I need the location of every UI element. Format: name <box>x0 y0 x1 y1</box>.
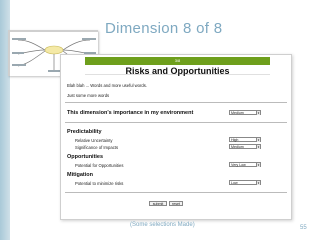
item-label: Relative Uncertainty <box>75 138 113 143</box>
chevron-down-icon: ▾ <box>256 138 260 142</box>
select-value: High <box>231 138 239 142</box>
intro-text: Blah blah ... Words and more useful word… <box>67 83 147 88</box>
section-title: Predictability <box>67 129 102 135</box>
page-progress-bar: 3/8 <box>85 57 270 65</box>
item-label: Potential to minimize risks <box>75 181 124 186</box>
section-title: Mitigation <box>67 172 93 178</box>
chevron-down-icon: ▾ <box>256 111 260 115</box>
divider <box>65 122 287 123</box>
significance-select[interactable]: Medium ▾ <box>229 144 261 149</box>
chevron-down-icon: ▾ <box>256 145 260 149</box>
slide-title: Dimension 8 of 8 <box>105 20 223 37</box>
importance-select-value: Medium <box>231 111 244 115</box>
embedded-form-page: 3/8 Risks and Opportunities Blah blah ..… <box>60 54 292 220</box>
page-heading: Risks and Opportunities <box>125 66 230 76</box>
mitigation-select[interactable]: Low ▾ <box>229 180 261 185</box>
reset-button[interactable]: reset <box>169 201 183 206</box>
submit-button[interactable]: submit <box>149 201 167 206</box>
select-value: Very Low <box>231 163 246 167</box>
divider <box>65 102 287 103</box>
chevron-down-icon: ▾ <box>256 163 260 167</box>
slide-number: 55 <box>300 225 307 231</box>
importance-label: This dimension's importance in my enviro… <box>67 110 194 116</box>
item-label: Potential for Opportunities <box>75 163 124 168</box>
relative-uncertainty-select[interactable]: High ▾ <box>229 137 261 142</box>
item-label: Significance of Impacts <box>75 145 119 150</box>
importance-select[interactable]: Medium ▾ <box>229 110 261 115</box>
intro-text-2: Just some more words <box>67 93 110 98</box>
section-title: Opportunities <box>67 154 104 160</box>
select-value: Medium <box>231 145 244 149</box>
slide-caption: (Some selections Made) <box>130 222 195 228</box>
opportunities-select[interactable]: Very Low ▾ <box>229 162 261 167</box>
chevron-down-icon: ▾ <box>256 181 260 185</box>
select-value: Low <box>231 181 238 185</box>
divider <box>65 192 287 193</box>
